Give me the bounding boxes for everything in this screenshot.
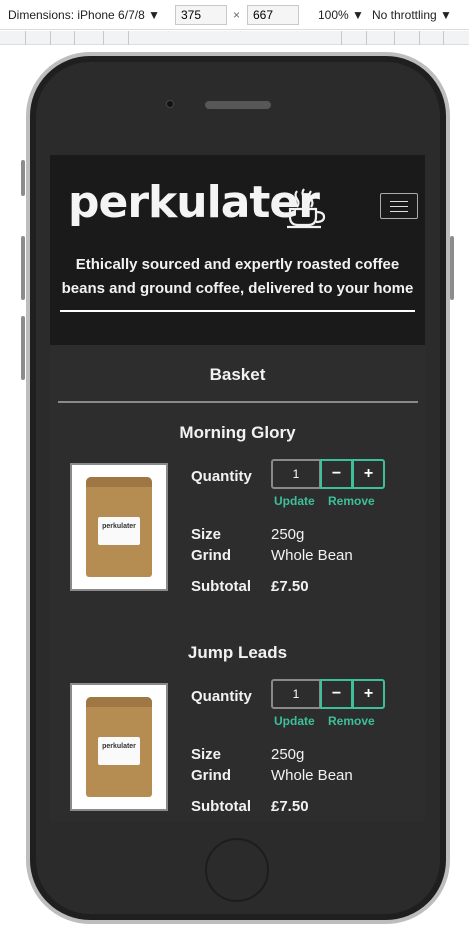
title-divider (58, 401, 418, 403)
device-screen: perkulater Ethically sourced and expertl… (50, 155, 425, 821)
volume-up-button (21, 236, 25, 300)
zoom-dropdown[interactable]: 100% ▼ (318, 8, 364, 22)
product-image[interactable]: perkulater (70, 683, 168, 811)
coffee-bag-label: perkulater (98, 517, 140, 545)
earpiece-speaker (205, 101, 271, 109)
hamburger-menu-button[interactable] (380, 193, 418, 219)
product-image[interactable]: perkulater (70, 463, 168, 591)
coffee-cup-icon (287, 188, 326, 229)
subtotal-value: £7.50 (271, 578, 309, 595)
device-dimensions-dropdown[interactable]: Dimensions: iPhone 6/7/8 ▼ (8, 8, 160, 22)
site-tagline: Ethically sourced and expertly roasted c… (61, 256, 414, 297)
device-width-input[interactable] (175, 5, 227, 25)
device-height-input[interactable] (247, 5, 299, 25)
coffee-bag-seal (86, 477, 152, 487)
grind-value: Whole Bean (271, 547, 353, 564)
product-name: Morning Glory (179, 423, 296, 442)
volume-down-button (21, 316, 25, 380)
media-query-ruler (0, 31, 469, 45)
hamburger-line (390, 206, 408, 207)
quantity-input[interactable] (271, 679, 321, 709)
throttling-label: No throttling (372, 8, 437, 22)
site-logo[interactable]: perkulater (68, 177, 320, 228)
remove-link[interactable]: Remove (328, 714, 375, 728)
home-button[interactable] (205, 838, 269, 902)
quantity-input[interactable] (271, 459, 321, 489)
size-value: 250g (271, 746, 305, 763)
zoom-label: 100% (318, 8, 349, 22)
coffee-bag-seal (86, 697, 152, 707)
hamburger-icon (390, 201, 408, 202)
increment-button[interactable]: + (352, 459, 385, 489)
size-label: Size (191, 746, 222, 763)
grind-label: Grind (191, 547, 231, 564)
header-divider (60, 310, 415, 312)
hamburger-line (390, 211, 408, 212)
size-value: 250g (271, 526, 305, 543)
mute-switch (21, 160, 25, 196)
update-link[interactable]: Update (274, 494, 315, 508)
decrement-button[interactable]: − (320, 679, 353, 709)
subtotal-label: Subtotal (191, 578, 251, 595)
dimensions-label: Dimensions: iPhone 6/7/8 (8, 8, 145, 22)
update-link[interactable]: Update (274, 714, 315, 728)
subtotal-label: Subtotal (191, 798, 251, 815)
size-label: Size (191, 526, 222, 543)
site-header: perkulater Ethically sourced and expertl… (50, 155, 425, 345)
grind-label: Grind (191, 767, 231, 784)
basket-item: Morning Glory perkulater Quantity − + Up… (50, 423, 425, 623)
dimension-separator: × (233, 8, 241, 22)
increment-button[interactable]: + (352, 679, 385, 709)
subtotal-value: £7.50 (271, 798, 309, 815)
grind-value: Whole Bean (271, 767, 353, 784)
product-name: Jump Leads (187, 643, 288, 662)
basket-item: Jump Leads perkulater Quantity − + Updat… (50, 643, 425, 821)
coffee-bag-label: perkulater (98, 737, 140, 765)
devtools-toolbar: Dimensions: iPhone 6/7/8 ▼ × 100% ▼ No t… (0, 0, 469, 30)
page-title: Basket (209, 365, 266, 384)
remove-link[interactable]: Remove (328, 494, 375, 508)
throttling-dropdown[interactable]: No throttling ▼ (372, 8, 452, 22)
quantity-label: Quantity (191, 468, 252, 485)
quantity-label: Quantity (191, 688, 252, 705)
power-button (450, 236, 454, 300)
decrement-button[interactable]: − (320, 459, 353, 489)
front-camera (166, 100, 174, 108)
